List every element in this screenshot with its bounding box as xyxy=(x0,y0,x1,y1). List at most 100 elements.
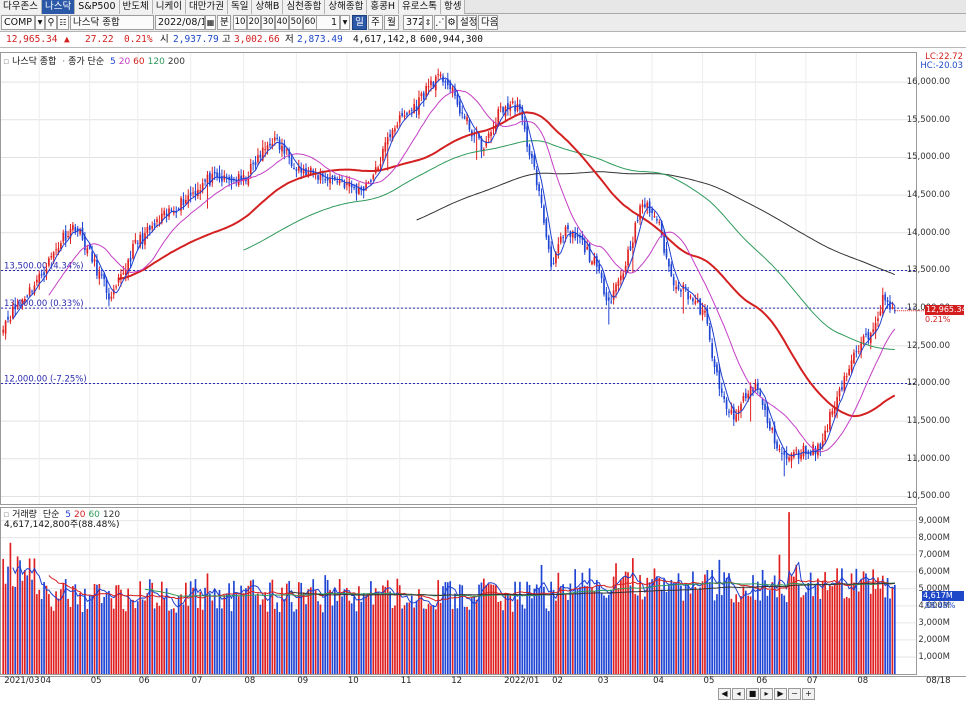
gear-icon[interactable]: ⚙ xyxy=(446,15,457,30)
calendar-icon[interactable]: ▦ xyxy=(205,15,216,30)
volume-bar xyxy=(91,595,93,674)
settings-button[interactable]: 설정 xyxy=(457,15,477,30)
candle-body xyxy=(853,352,855,364)
market-tab[interactable]: 다우존스 xyxy=(0,0,42,14)
volume-bar xyxy=(668,583,670,674)
volume-bar xyxy=(771,582,774,674)
market-tab[interactable]: 상해종합 xyxy=(325,0,368,14)
candle-body xyxy=(249,163,252,174)
volume-bar xyxy=(881,575,884,674)
view-option-button[interactable]: 주 xyxy=(368,15,383,30)
time-axis-label: 09 xyxy=(297,676,309,686)
volume-bar xyxy=(838,581,841,674)
candle-body xyxy=(701,309,704,315)
period-button[interactable]: 60 xyxy=(303,15,317,30)
chart-tool-icon[interactable]: ⋰ xyxy=(434,15,446,30)
volume-bar xyxy=(853,582,855,674)
market-tab[interactable]: 반도체 xyxy=(119,0,153,14)
volume-bar xyxy=(112,608,115,674)
chart-area[interactable]: 13,500.00 (4.34%) 13,000.00 (0.33%) 12,000… xyxy=(0,52,966,702)
period-button[interactable]: 10 xyxy=(233,15,247,30)
interval-input[interactable]: 1 xyxy=(316,15,340,30)
volume-bar xyxy=(463,606,466,674)
symbol-code-input[interactable]: COMP xyxy=(1,15,35,30)
volume-bar xyxy=(216,608,218,674)
volume-bar xyxy=(826,590,829,674)
pause-icon[interactable]: ■ xyxy=(746,688,759,700)
volume-bar xyxy=(677,573,680,674)
candle-body xyxy=(259,154,262,158)
market-tab[interactable]: 나스닥 xyxy=(41,0,76,14)
period-button[interactable]: 30 xyxy=(261,15,275,30)
volume-bar xyxy=(610,589,613,674)
market-tab[interactable]: 홍콩H xyxy=(367,0,399,14)
market-tab[interactable]: 독일 xyxy=(227,0,253,14)
scroll-left-icon[interactable]: ◀ xyxy=(718,688,731,700)
market-tab[interactable]: 니케이 xyxy=(152,0,186,14)
period-button[interactable]: 50 xyxy=(289,15,303,30)
view-option-button[interactable]: 일 xyxy=(352,15,367,30)
candle-body xyxy=(129,257,132,262)
volume-axis-label: 1,000M xyxy=(918,651,950,662)
period-button[interactable]: 20 xyxy=(247,15,261,30)
candle-body xyxy=(619,275,622,281)
market-tab[interactable]: 대만가권 xyxy=(185,0,228,14)
volume-bar xyxy=(754,599,757,674)
scroll-right-icon[interactable]: ▶ xyxy=(774,688,787,700)
zoom-out-icon[interactable]: − xyxy=(788,688,801,700)
volume-bar xyxy=(81,612,84,674)
candle-body xyxy=(401,112,403,116)
volume-bar xyxy=(439,602,442,674)
candle-body xyxy=(591,261,593,265)
candle-body xyxy=(766,406,769,424)
volume-bar xyxy=(194,579,197,674)
price-ma-period: 200 xyxy=(167,57,185,67)
date-input[interactable]: 2022/08/1 xyxy=(155,15,205,30)
volume-bar xyxy=(446,582,449,674)
candle-body xyxy=(680,289,682,292)
volume-bar xyxy=(257,593,259,674)
volume-bar xyxy=(607,594,610,674)
period-button[interactable]: 40 xyxy=(275,15,289,30)
volume-bar xyxy=(331,605,334,674)
time-axis-label: 07 xyxy=(191,676,203,686)
bookmark-icon[interactable]: ☷ xyxy=(57,15,69,30)
count-spinner-icon[interactable]: ⇕ xyxy=(423,15,433,30)
volume-axis-label: 6,000M xyxy=(918,566,950,577)
candle-body xyxy=(713,359,716,367)
unit-button[interactable]: 분 xyxy=(217,15,231,30)
market-tab[interactable]: 심천종합 xyxy=(283,0,326,14)
candle-body xyxy=(16,304,19,307)
volume-bar xyxy=(31,579,33,674)
scroll-forward-icon[interactable]: ▸ xyxy=(760,688,773,700)
dropdown-arrow-icon[interactable]: ▾ xyxy=(35,15,45,30)
scroll-back-icon[interactable]: ◂ xyxy=(732,688,745,700)
market-tab[interactable]: 항셍 xyxy=(440,0,466,14)
view-option-button[interactable]: 월 xyxy=(384,15,399,30)
volume-bar xyxy=(495,585,497,674)
volume-bar xyxy=(819,598,822,674)
candle-body xyxy=(545,218,548,238)
volume-bar xyxy=(845,596,848,674)
candle-body xyxy=(281,145,283,152)
market-tab[interactable]: S&P500 xyxy=(75,0,120,14)
count-input[interactable]: 372 xyxy=(403,15,423,30)
zoom-in-icon[interactable]: + xyxy=(802,688,815,700)
volume-bar xyxy=(778,554,781,674)
candle-body xyxy=(747,393,750,399)
chart-canvas[interactable]: 13,500.00 (4.34%)13,000.00 (0.33%)12,000… xyxy=(0,52,966,702)
volume-axis-label: 8,000M xyxy=(918,532,950,543)
market-tab[interactable]: 유로스톡 xyxy=(399,0,441,14)
volume-bar xyxy=(329,589,331,674)
volume-axis-label: 3,000M xyxy=(918,617,950,628)
search-icon[interactable]: ⚲ xyxy=(45,15,57,30)
volume-bar xyxy=(98,584,101,674)
volume-bar xyxy=(391,608,394,674)
next-button[interactable]: 다음 xyxy=(478,15,498,30)
market-tab[interactable]: 상해B xyxy=(252,0,284,14)
candle-body xyxy=(45,269,48,273)
candle-body xyxy=(526,126,528,147)
interval-dropdown-icon[interactable]: ▾ xyxy=(340,15,350,30)
volume-bar xyxy=(276,602,279,674)
candle-body xyxy=(547,236,550,250)
